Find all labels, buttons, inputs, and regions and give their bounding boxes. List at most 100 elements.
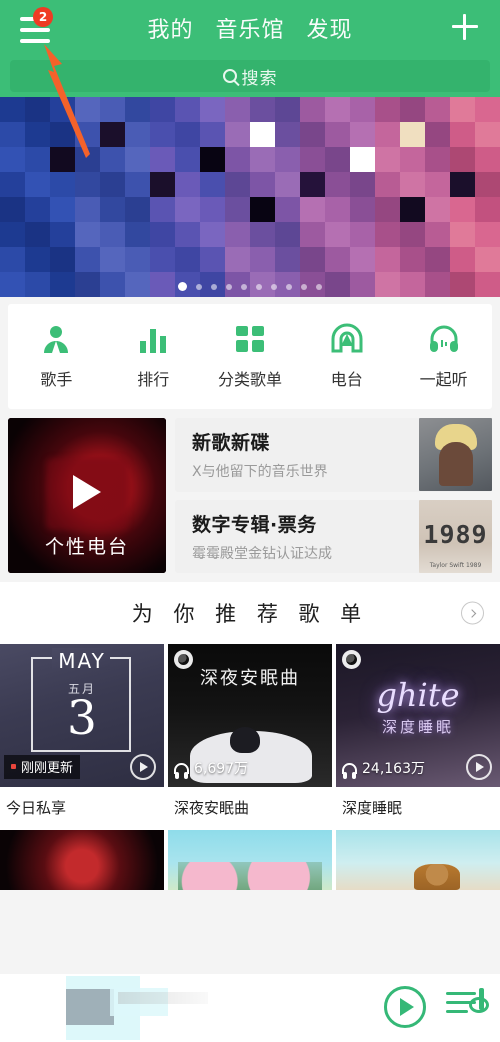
personal-radio-card[interactable]: 个性电台 <box>8 418 166 573</box>
banner-pixel <box>225 122 250 147</box>
carousel-dot[interactable] <box>271 283 277 290</box>
nav-tab-mine[interactable]: 我的 <box>147 12 193 44</box>
playlist-corner-icon <box>342 650 361 669</box>
nav-tab-music-hall[interactable]: 音乐馆 <box>215 12 284 44</box>
player-play-button[interactable] <box>384 986 426 1028</box>
playlist-card[interactable] <box>168 830 332 890</box>
banner-pixel <box>400 197 425 222</box>
banner-pixel <box>250 122 275 147</box>
play-icon <box>140 762 148 772</box>
banner-pixel <box>50 147 75 172</box>
banner-pixel <box>425 147 450 172</box>
playlist-card-artwork: 深夜安眠曲 6,697万 <box>168 644 332 787</box>
banner-pixel <box>100 172 125 197</box>
carousel-dot[interactable] <box>256 283 262 290</box>
play-icon <box>73 475 101 510</box>
quick-entry-listen-together[interactable]: 一起听 <box>395 323 492 390</box>
hamburger-bar <box>20 28 50 32</box>
banner-pixel <box>375 147 400 172</box>
banner-pixel <box>50 172 75 197</box>
search-bar[interactable]: 搜索 <box>10 60 490 92</box>
album-number: 1989 <box>423 519 488 549</box>
banner-pixel <box>200 147 225 172</box>
playlist-card[interactable] <box>336 830 500 890</box>
artwork-title: 深夜安眠曲 <box>200 668 300 689</box>
carousel-dot[interactable] <box>211 283 217 290</box>
playlist-icon-bar <box>446 992 476 995</box>
banner-pixel <box>50 247 75 272</box>
banner-pixel <box>475 197 500 222</box>
headphone-icon <box>342 762 357 779</box>
banner-pixel <box>0 122 25 147</box>
banner-pixel <box>275 222 300 247</box>
promo-row-subtitle: X与他留下的音乐世界 <box>192 464 328 481</box>
promo-rows: 新歌新碟 X与他留下的音乐世界 数字专辑·票务 霉霉殿堂金钻认证达成 1989 … <box>175 418 492 573</box>
radio-icon <box>331 323 363 355</box>
playlist-card[interactable] <box>0 830 164 890</box>
carousel-dot[interactable] <box>226 283 232 290</box>
nav-tab-discover[interactable]: 发现 <box>307 12 353 44</box>
banner-pixel <box>475 122 500 147</box>
banner-pixel <box>400 172 425 197</box>
carousel-dot[interactable] <box>286 283 292 290</box>
banner-pixel <box>0 172 25 197</box>
add-button[interactable] <box>452 14 478 40</box>
promo-row-title: 数字专辑·票务 <box>192 513 317 536</box>
banner-pixel <box>200 222 225 247</box>
update-badge: 刚刚更新 <box>4 755 81 779</box>
quick-entry-ranking[interactable]: 排行 <box>105 323 202 390</box>
singer-icon <box>40 323 72 355</box>
carousel-dots[interactable] <box>0 282 500 291</box>
banner-pixel <box>200 247 225 272</box>
section-more-button[interactable] <box>461 601 484 625</box>
banner-pixel <box>175 97 200 122</box>
promo-row-title: 新歌新碟 <box>192 432 271 455</box>
recommend-section-header: 为 你 推 荐 歌 单 <box>0 582 500 644</box>
carousel-dot[interactable] <box>196 283 202 290</box>
update-badge-label: 刚刚更新 <box>21 761 74 776</box>
banner-pixel <box>175 122 200 147</box>
hamburger-bar <box>20 39 50 43</box>
quick-entry-label: 分类歌单 <box>217 370 282 389</box>
quick-entry-bar: 歌手 排行 分类歌单 电台 一起听 <box>8 304 492 409</box>
banner-pixel <box>425 122 450 147</box>
banner-pixel <box>275 97 300 122</box>
card-play-button[interactable] <box>466 754 492 780</box>
quick-entry-label: 排行 <box>137 370 170 389</box>
update-dot-icon <box>11 764 16 769</box>
playlist-card[interactable]: 深夜安眠曲 6,697万 深夜安眠曲 <box>168 644 332 830</box>
promo-row-new-songs[interactable]: 新歌新碟 X与他留下的音乐世界 <box>175 418 492 492</box>
carousel-dot[interactable] <box>301 283 307 290</box>
banner-pixel <box>475 172 500 197</box>
playlist-card[interactable]: ghite 深度睡眠 24,163万 深度睡眠 <box>336 644 500 830</box>
banner-pixel <box>175 247 200 272</box>
carousel-dot[interactable] <box>178 282 187 291</box>
menu-notification-badge: 2 <box>33 7 53 27</box>
banner-carousel[interactable] <box>0 97 500 297</box>
playlist-card-title: 今日私享 <box>6 799 67 817</box>
playlist-card-artwork <box>0 830 164 890</box>
carousel-dot[interactable] <box>316 283 322 290</box>
banner-pixel <box>300 147 325 172</box>
banner-pixel <box>450 222 475 247</box>
banner-pixel <box>325 172 350 197</box>
banner-pixel <box>425 97 450 122</box>
card-play-button[interactable] <box>130 754 156 780</box>
banner-pixel <box>175 147 200 172</box>
banner-pixel <box>375 222 400 247</box>
carousel-dot[interactable] <box>241 283 247 290</box>
quick-entry-singer[interactable]: 歌手 <box>8 323 105 390</box>
banner-pixel <box>75 172 100 197</box>
play-icon <box>400 998 414 1016</box>
quick-entry-radio[interactable]: 电台 <box>298 323 395 390</box>
banner-pixel <box>350 172 375 197</box>
banner-pixel <box>325 222 350 247</box>
playlist-card-artwork: ghite 深度睡眠 24,163万 <box>336 644 500 787</box>
banner-pixel <box>25 97 50 122</box>
banner-pixel <box>250 247 275 272</box>
promo-row-digital-album[interactable]: 数字专辑·票务 霉霉殿堂金钻认证达成 1989 Taylor Swift 198… <box>175 499 492 573</box>
quick-entry-label: 电台 <box>330 370 363 389</box>
quick-entry-category-playlist[interactable]: 分类歌单 <box>202 323 299 390</box>
vinyl-icon <box>346 654 357 665</box>
playlist-card[interactable]: MAY 五月 3 刚刚更新 今日私享 <box>0 644 164 830</box>
